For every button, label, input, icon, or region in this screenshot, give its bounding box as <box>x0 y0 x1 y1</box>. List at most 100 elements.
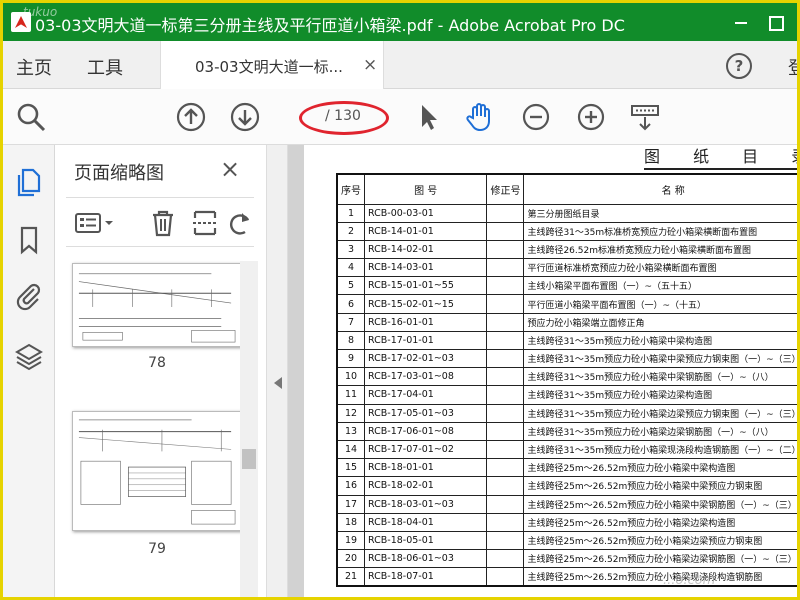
attachments-icon[interactable] <box>14 281 44 311</box>
table-row: 1 RCB-00-03-01 第三分册图纸目录 <box>336 203 797 223</box>
table-cell: RCB-15-02-01~15 <box>363 294 488 314</box>
table-cell <box>486 403 525 423</box>
header-cell: 序号 <box>336 173 365 205</box>
bookmarks-icon[interactable] <box>14 225 44 255</box>
table-cell <box>486 439 525 460</box>
document-tab[interactable]: 03-03文明大道一标... × <box>160 41 384 89</box>
document-tab-label: 03-03文明大道一标... <box>195 58 343 76</box>
table-row: 18 RCB-18-04-01 主线跨径25m～26.52m预应力砼小箱梁边梁构造图 <box>336 512 797 532</box>
read-mode-icon[interactable] <box>629 101 661 133</box>
page-thumbnail-79[interactable] <box>72 411 242 531</box>
table-row: 15 RCB-18-01-01 主线跨径25m～26.52m预应力砼小箱梁中梁构造图 <box>336 458 797 478</box>
header-cell: 名 称 <box>523 173 797 205</box>
pane-splitter[interactable] <box>266 145 288 597</box>
thumbnail-toolbar <box>66 197 254 247</box>
rotate-page-icon[interactable] <box>226 208 256 238</box>
table-row: 21 RCB-18-07-01 主线跨径25m～26.52m预应力砼小箱梁现浇段构造… <box>336 567 797 587</box>
menu-tools[interactable]: 工具 <box>87 54 123 80</box>
minimize-button[interactable] <box>729 11 753 33</box>
extract-page-icon[interactable] <box>190 208 220 238</box>
table-cell <box>486 421 525 441</box>
table-cell <box>486 312 525 332</box>
document-view[interactable]: 图 纸 目 录 序号 图 号 修正号 名 称 1RCB-00-03-01 第三分册… <box>288 145 797 597</box>
delete-page-icon[interactable] <box>148 208 178 238</box>
table-cell: 主线小箱梁平面布置图（一）~（五十五） <box>523 276 797 296</box>
table-cell: 12 <box>336 403 365 423</box>
table-cell: 10 <box>336 367 365 387</box>
collapse-arrow-icon[interactable] <box>274 377 282 389</box>
table-cell <box>486 494 525 514</box>
table-cell <box>486 258 525 278</box>
table-cell: 18 <box>336 512 365 532</box>
table-cell: 5 <box>336 276 365 296</box>
sign-in-button[interactable]: 登 <box>788 54 797 80</box>
table-cell: 平行匝道标准桥宽预应力砼小箱梁横断面布置图 <box>523 258 797 278</box>
table-row: 10 RCB-17-03-01~08 主线跨径31～35m预应力砼小箱梁中梁钢筋图（… <box>336 367 797 387</box>
maximize-button[interactable] <box>763 11 787 33</box>
table-cell: RCB-17-05-01~03 <box>363 403 488 423</box>
zoom-out-icon[interactable] <box>520 101 552 133</box>
table-row: 13 RCB-17-06-01~08 主线跨径31～35m预应力砼小箱梁边梁钢筋图（… <box>336 421 797 441</box>
table-row: 14 RCB-17-07-01~02 主线跨径31～35m预应力砼小箱梁现浇段构造钢… <box>336 439 797 460</box>
page-down-icon[interactable] <box>229 101 261 133</box>
table-cell: 11 <box>336 385 365 405</box>
table-cell: RCB-17-04-01 <box>363 385 488 405</box>
table-cell <box>486 294 525 314</box>
table-cell: 4 <box>336 258 365 278</box>
table-cell <box>486 385 525 405</box>
table-cell: 主线跨径31～35m预应力砼小箱梁边梁钢筋图（一）~（八） <box>523 421 797 441</box>
table-header-row: 序号 图 号 修正号 名 称 <box>336 173 797 205</box>
table-cell: RCB-00-03-01 <box>363 203 488 223</box>
table-cell: 主线跨径31～35m预应力砼小箱梁中梁钢筋图（一）~（八） <box>523 367 797 387</box>
options-menu-icon[interactable] <box>74 208 116 238</box>
page-up-icon[interactable] <box>175 101 207 133</box>
menu-home[interactable]: 主页 <box>16 54 52 80</box>
page-thumbnail-78[interactable] <box>72 263 242 347</box>
table-cell: 主线跨径25m～26.52m预应力砼小箱梁现浇段构造钢筋图 <box>523 567 797 587</box>
table-cell: RCB-14-02-01 <box>363 239 488 260</box>
table-cell: 13 <box>336 421 365 441</box>
table-row: 17 RCB-18-03-01~03 主线跨径25m～26.52m预应力砼小箱梁中梁… <box>336 494 797 514</box>
thumbnail-label: 78 <box>148 355 166 371</box>
page-heading: 图 纸 目 录 <box>644 145 797 170</box>
drawing-index-table: 序号 图 号 修正号 名 称 1 RCB-00-03-01 第三分册图纸目录 2 RCB… <box>336 173 797 587</box>
page-thumbnails-panel: 页面缩略图 × 78 79 <box>56 145 266 597</box>
layers-icon[interactable] <box>14 341 44 371</box>
table-cell: 主线跨径31～35m预应力砼小箱梁边梁预应力钢束图（一）~（三） <box>523 403 797 423</box>
table-cell: 主线跨径31～35m预应力砼小箱梁边梁构造图 <box>523 385 797 405</box>
table-cell: 第三分册图纸目录 <box>523 203 797 223</box>
table-row: 7 RCB-16-01-01 预应力砼小箱梁端立面修正角 <box>336 312 797 332</box>
select-cursor-icon[interactable] <box>413 101 445 133</box>
table-cell: RCB-17-02-01~03 <box>363 348 488 369</box>
table-cell: RCB-17-06-01~08 <box>363 421 488 441</box>
table-cell <box>486 239 525 260</box>
table-cell: RCB-18-01-01 <box>363 458 488 478</box>
table-cell <box>486 221 525 241</box>
table-row: 12 RCB-17-05-01~03 主线跨径31～35m预应力砼小箱梁边梁预应力钢… <box>336 403 797 423</box>
hand-tool-icon[interactable] <box>464 101 496 133</box>
table-cell: 7 <box>336 312 365 332</box>
page-thumbnails-icon[interactable] <box>14 167 44 197</box>
table-cell <box>486 512 525 532</box>
table-cell: 主线跨径25m～26.52m预应力砼小箱梁中梁钢筋图（一）~（三） <box>523 494 797 514</box>
table-cell: RCB-14-03-01 <box>363 258 488 278</box>
table-cell: 6 <box>336 294 365 314</box>
table-cell: 主线跨径25m～26.52m预应力砼小箱梁边梁预应力钢束图 <box>523 530 797 551</box>
table-cell: 平行匝道小箱梁平面布置图（一）~（十五） <box>523 294 797 314</box>
table-row: 16 RCB-18-02-01 主线跨径25m～26.52m预应力砼小箱梁中梁预应力… <box>336 476 797 496</box>
table-cell: 20 <box>336 549 365 569</box>
help-icon[interactable]: ? <box>726 53 752 79</box>
document-tab-close-button[interactable]: × <box>363 55 377 75</box>
panel-close-button[interactable]: × <box>220 155 240 183</box>
panel-title: 页面缩略图 <box>74 163 164 184</box>
table-body: 1 RCB-00-03-01 第三分册图纸目录 2 RCB-14-01-01 主线跨径31… <box>336 203 797 587</box>
table-cell: RCB-18-03-01~03 <box>363 494 488 514</box>
page-number-input[interactable] <box>303 104 321 128</box>
table-row: 9 RCB-17-02-01~03 主线跨径31～35m预应力砼小箱梁中梁预应力钢束… <box>336 348 797 369</box>
table-cell: 19 <box>336 530 365 551</box>
scrollbar-thumb[interactable] <box>242 449 256 469</box>
table-cell <box>486 276 525 296</box>
thumbnail-scrollbar[interactable] <box>240 261 258 597</box>
zoom-in-icon[interactable] <box>575 101 607 133</box>
search-zoom-icon[interactable] <box>15 101 47 133</box>
